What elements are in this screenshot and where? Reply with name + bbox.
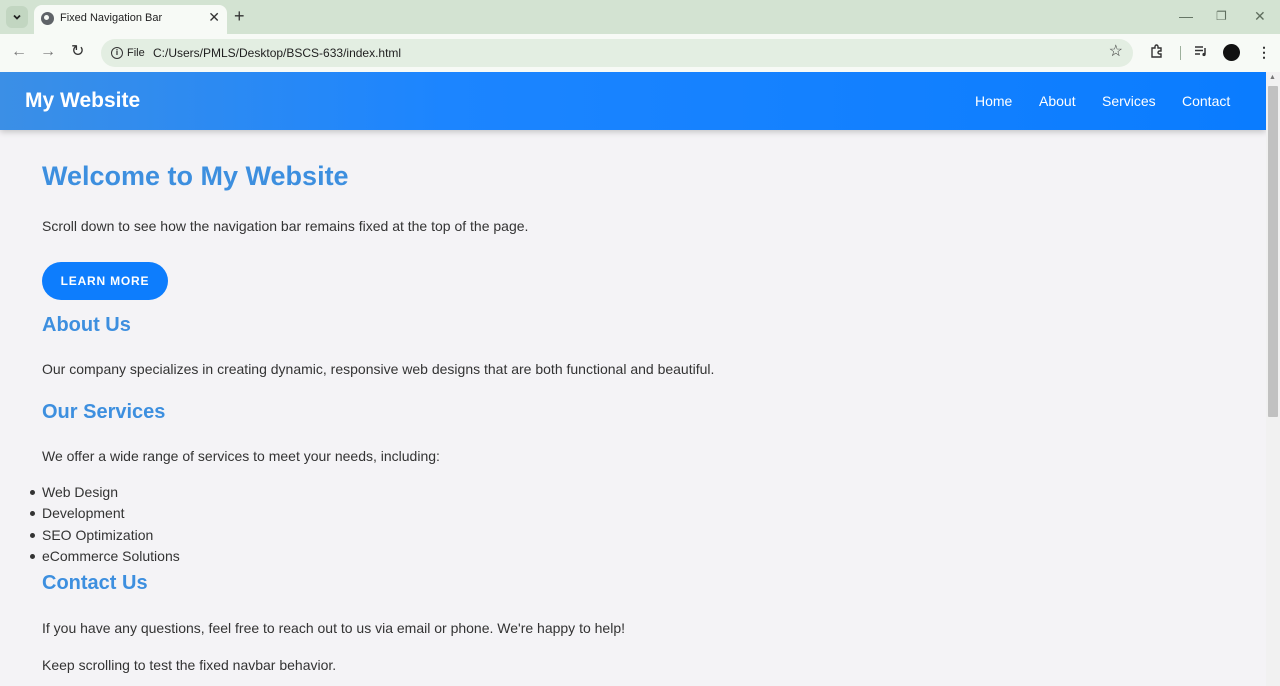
window-close-icon[interactable]: ✕ xyxy=(1254,8,1266,24)
media-controls-icon[interactable] xyxy=(1193,43,1209,64)
bullet-icon xyxy=(30,490,35,495)
nav-link-home[interactable]: Home xyxy=(975,93,1012,109)
list-item-label: Web Design xyxy=(42,484,119,500)
minimize-icon[interactable]: — xyxy=(1179,8,1193,24)
extensions-icon[interactable] xyxy=(1149,43,1165,64)
toolbar-separator xyxy=(1180,46,1181,60)
list-item-label: SEO Optimization xyxy=(42,526,154,543)
page-scrollbar[interactable]: ▲ xyxy=(1266,72,1280,686)
services-title: Our Services xyxy=(42,401,166,423)
close-tab-icon[interactable]: ✕ xyxy=(208,9,220,25)
tab-strip: Fixed Navigation Bar ✕ + — ❐ ✕ xyxy=(0,0,1280,34)
scroll-up-arrow-icon[interactable]: ▲ xyxy=(1269,74,1276,81)
forward-icon[interactable]: → xyxy=(40,43,56,61)
nav-link-services[interactable]: Services xyxy=(1102,93,1156,109)
list-item-label: eCommerce Solutions xyxy=(42,547,180,564)
scrollbar-thumb[interactable] xyxy=(1268,86,1278,417)
site-info-chip[interactable]: i File xyxy=(106,43,152,63)
info-icon: i xyxy=(111,47,123,59)
new-tab-button[interactable]: + xyxy=(234,6,245,26)
globe-icon xyxy=(41,12,54,25)
restore-icon[interactable]: ❐ xyxy=(1216,8,1227,24)
page-viewport: Welcome to My Website Scroll down to see… xyxy=(0,72,1266,686)
list-item: eCommerce Solutions xyxy=(30,547,180,569)
list-item-label: Development xyxy=(42,505,125,522)
footer-text: Keep scrolling to test the fixed navbar … xyxy=(42,657,337,673)
contact-title: Contact Us xyxy=(42,572,148,594)
reload-icon[interactable]: ↻ xyxy=(71,43,84,61)
site-logo[interactable]: My Website xyxy=(25,89,140,113)
tab-search-button[interactable] xyxy=(6,6,28,28)
browser-toolbar: ← → ↻ i File C:/Users/PMLS/Desktop/BSCS-… xyxy=(0,34,1280,72)
services-list: Web Design Development SEO Optimization … xyxy=(30,484,180,569)
browser-tab[interactable]: Fixed Navigation Bar ✕ xyxy=(34,5,227,34)
site-info-label: File xyxy=(127,47,145,59)
hero-text: Scroll down to see how the navigation ba… xyxy=(42,218,529,234)
list-item: Web Design xyxy=(30,484,180,505)
list-item: Development xyxy=(30,505,180,526)
about-title: About Us xyxy=(42,314,131,336)
more-menu-icon[interactable]: ⋮ xyxy=(1257,43,1271,61)
bookmark-star-icon[interactable]: ☆ xyxy=(1109,43,1123,61)
profile-avatar[interactable] xyxy=(1223,44,1240,61)
list-item: SEO Optimization xyxy=(30,526,180,548)
address-bar[interactable]: i File C:/Users/PMLS/Desktop/BSCS-633/in… xyxy=(101,39,1133,67)
bullet-icon xyxy=(30,532,35,538)
contact-text: If you have any questions, feel free to … xyxy=(42,620,625,636)
nav-link-about[interactable]: About xyxy=(1039,93,1076,109)
chevron-down-icon xyxy=(13,14,21,20)
back-icon[interactable]: ← xyxy=(11,43,27,61)
url-text[interactable]: C:/Users/PMLS/Desktop/BSCS-633/index.htm… xyxy=(153,46,401,60)
services-text: We offer a wide range of services to mee… xyxy=(42,448,440,464)
bullet-icon xyxy=(30,511,35,517)
bullet-icon xyxy=(30,553,35,559)
hero-title: Welcome to My Website xyxy=(42,161,349,191)
nav-link-contact[interactable]: Contact xyxy=(1182,93,1230,109)
learn-more-button[interactable]: LEARN MORE xyxy=(42,262,168,300)
site-navbar: My Website Home About Services Contact xyxy=(0,72,1266,130)
tab-title: Fixed Navigation Bar xyxy=(60,12,163,24)
about-text: Our company specializes in creating dyna… xyxy=(42,361,715,377)
